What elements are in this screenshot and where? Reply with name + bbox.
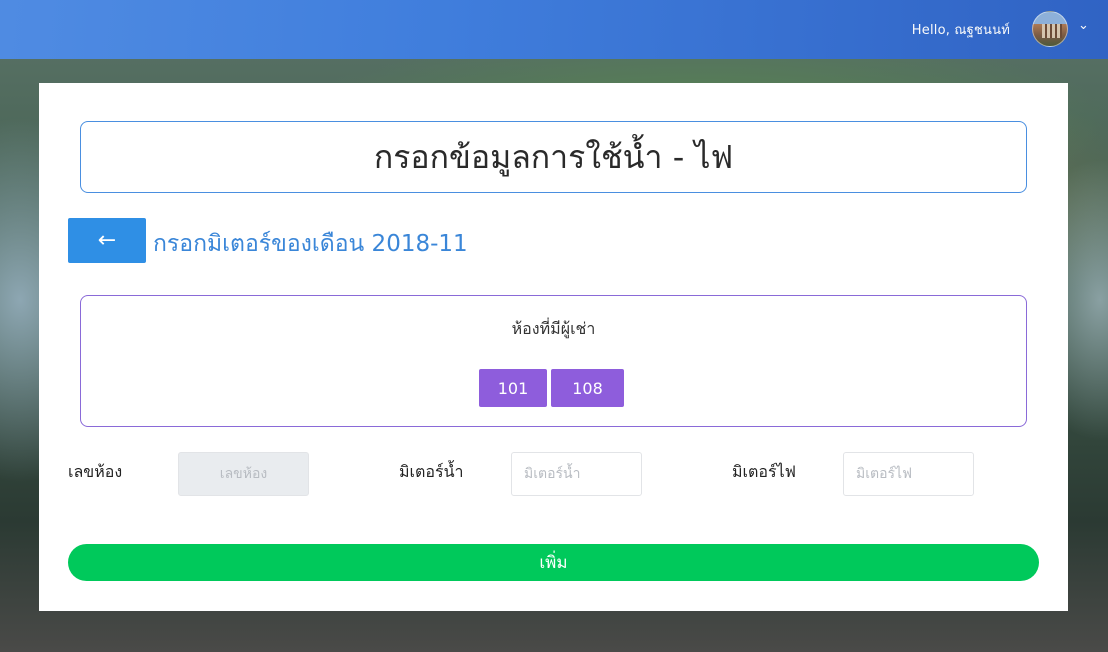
top-navbar: Hello, ณฐชนนท์ ⌄ [0, 0, 1108, 59]
electric-meter-input[interactable] [843, 452, 974, 496]
arrow-left-icon: ← [97, 228, 117, 253]
back-button[interactable]: ← [68, 218, 146, 263]
occupied-rooms-panel: ห้องที่มีผู้เช่า 101 108 [80, 295, 1027, 427]
water-meter-label: มิเตอร์น้ำ [399, 462, 464, 481]
user-avatar[interactable] [1032, 11, 1068, 47]
user-greeting: Hello, ณฐชนนท์ [911, 23, 1010, 38]
room-number-input[interactable] [178, 452, 309, 496]
add-button[interactable]: เพิ่ม [68, 544, 1039, 581]
water-meter-input[interactable] [511, 452, 642, 496]
chevron-down-icon[interactable]: ⌄ [1078, 18, 1089, 33]
electric-meter-label: มิเตอร์ไฟ [732, 462, 796, 481]
page-title: กรอกข้อมูลการใช้น้ำ - ไฟ [373, 137, 734, 176]
room-number-label: เลขห้อง [68, 462, 123, 481]
occupied-rooms-label: ห้องที่มีผู้เช่า [511, 319, 596, 338]
page-title-box: กรอกข้อมูลการใช้น้ำ - ไฟ [80, 121, 1027, 193]
room-button-101[interactable]: 101 [479, 369, 547, 407]
month-subtitle: กรอกมิเตอร์ของเดือน 2018-11 [153, 231, 468, 257]
room-button-108[interactable]: 108 [551, 369, 624, 407]
meter-form-card: กรอกข้อมูลการใช้น้ำ - ไฟ ← กรอกมิเตอร์ขอ… [39, 83, 1068, 611]
